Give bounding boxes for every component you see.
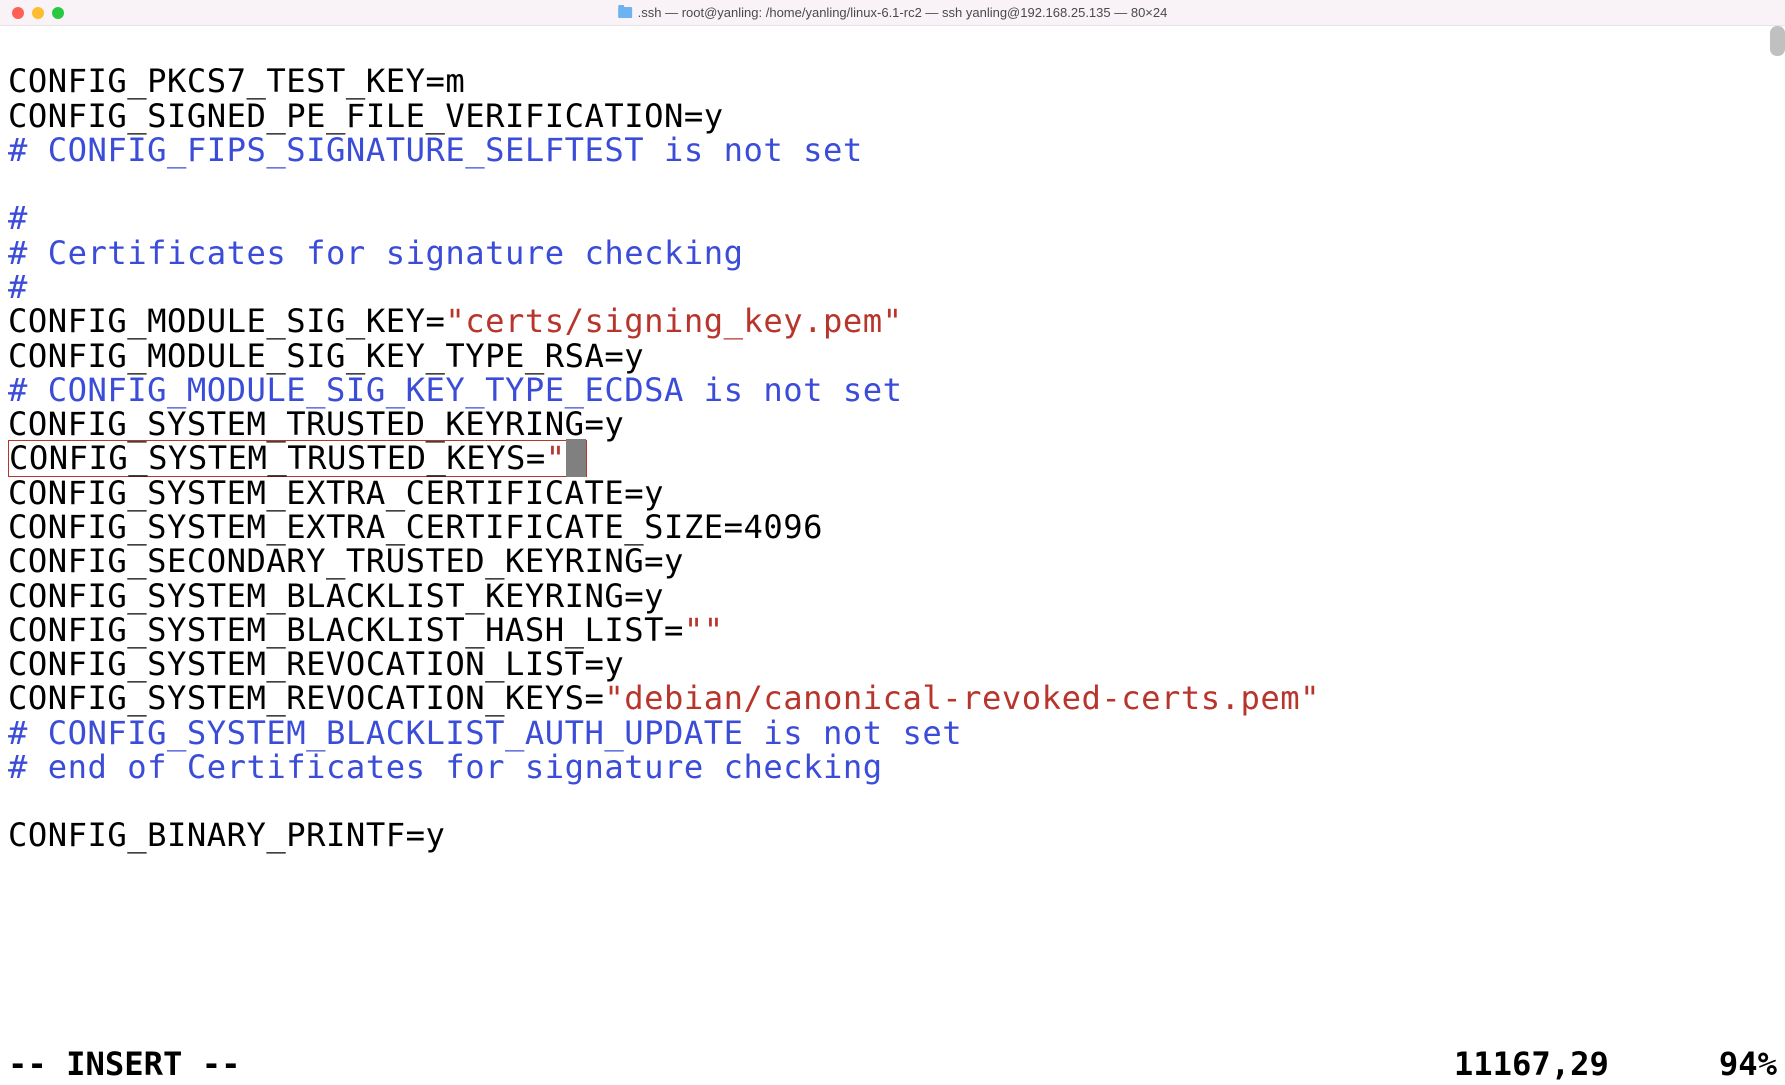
comment-line: # CONFIG_MODULE_SIG_KEY_TYPE_ECDSA is no… bbox=[8, 371, 903, 409]
comment-line: # Certificates for signature checking bbox=[8, 234, 744, 272]
highlighted-line: CONFIG_SYSTEM_TRUSTED_KEYS="" bbox=[8, 440, 587, 476]
comment-line: # end of Certificates for signature chec… bbox=[8, 748, 883, 786]
config-line: CONFIG_SYSTEM_REVOCATION_KEYS="debian/ca… bbox=[8, 679, 1320, 717]
title-label: .ssh — root@yanling: /home/yanling/linux… bbox=[638, 5, 1168, 20]
vim-status-line: -- INSERT -- 11167,29 94% bbox=[8, 1045, 1777, 1085]
comment-line: # bbox=[8, 268, 28, 306]
minimize-button[interactable] bbox=[32, 7, 44, 19]
cursor: " bbox=[566, 439, 586, 477]
maximize-button[interactable] bbox=[52, 7, 64, 19]
config-line: CONFIG_SYSTEM_BLACKLIST_KEYRING=y bbox=[8, 577, 664, 615]
config-line: CONFIG_SIGNED_PE_FILE_VERIFICATION=y bbox=[8, 97, 724, 135]
folder-icon bbox=[618, 7, 632, 18]
comment-line: # CONFIG_FIPS_SIGNATURE_SELFTEST is not … bbox=[8, 131, 863, 169]
config-line: CONFIG_SYSTEM_EXTRA_CERTIFICATE=y bbox=[8, 474, 664, 512]
vim-mode: -- INSERT -- bbox=[8, 1045, 241, 1083]
scroll-percent: 94% bbox=[1719, 1045, 1777, 1083]
config-line: CONFIG_SYSTEM_EXTRA_CERTIFICATE_SIZE=409… bbox=[8, 508, 823, 546]
window-title: .ssh — root@yanling: /home/yanling/linux… bbox=[618, 5, 1168, 20]
scrollbar[interactable] bbox=[1770, 26, 1785, 56]
config-line: CONFIG_BINARY_PRINTF=y bbox=[8, 816, 445, 854]
config-line: CONFIG_MODULE_SIG_KEY="certs/signing_key… bbox=[8, 302, 903, 340]
traffic-lights bbox=[12, 7, 64, 19]
config-line: CONFIG_SYSTEM_REVOCATION_LIST=y bbox=[8, 645, 624, 683]
config-line: CONFIG_PKCS7_TEST_KEY=m bbox=[8, 62, 465, 100]
config-line: CONFIG_SECONDARY_TRUSTED_KEYRING=y bbox=[8, 542, 684, 580]
terminal-content[interactable]: CONFIG_PKCS7_TEST_KEY=m CONFIG_SIGNED_PE… bbox=[0, 26, 1785, 853]
comment-line: # bbox=[8, 199, 28, 237]
config-line: CONFIG_SYSTEM_BLACKLIST_HASH_LIST="" bbox=[8, 611, 724, 649]
window-titlebar: .ssh — root@yanling: /home/yanling/linux… bbox=[0, 0, 1785, 26]
comment-line: # CONFIG_SYSTEM_BLACKLIST_AUTH_UPDATE is… bbox=[8, 714, 962, 752]
config-line: CONFIG_SYSTEM_TRUSTED_KEYRING=y bbox=[8, 405, 624, 443]
cursor-position: 11167,29 bbox=[1454, 1045, 1609, 1083]
close-button[interactable] bbox=[12, 7, 24, 19]
config-line: CONFIG_MODULE_SIG_KEY_TYPE_RSA=y bbox=[8, 337, 644, 375]
